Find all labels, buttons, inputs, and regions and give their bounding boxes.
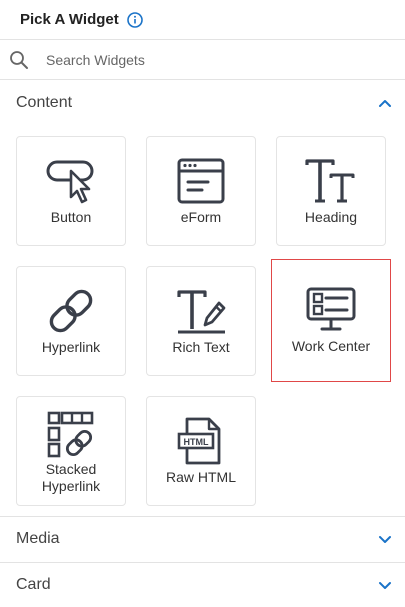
widget-label: Work Center <box>291 338 371 354</box>
widget-label: Raw HTML <box>165 469 236 485</box>
widget-stacked-hyperlink[interactable]: Stacked Hyperlink <box>16 396 126 506</box>
widget-label: Heading <box>304 209 358 225</box>
hyperlink-icon <box>45 287 97 335</box>
search-icon <box>9 50 29 70</box>
section-media-header[interactable]: Media <box>0 516 405 562</box>
panel-header: Pick A Widget <box>0 0 405 40</box>
work-center-icon <box>305 286 357 334</box>
chevron-up-icon[interactable] <box>377 95 393 111</box>
chevron-down-icon[interactable] <box>377 577 393 593</box>
section-card-header[interactable]: Card <box>0 562 405 607</box>
widget-hyperlink[interactable]: Hyperlink <box>16 266 126 376</box>
panel-title: Pick A Widget <box>20 11 119 28</box>
widget-heading[interactable]: Heading <box>276 136 386 246</box>
widget-button[interactable]: Button <box>16 136 126 246</box>
raw-html-icon: HTML <box>175 417 227 465</box>
rich-text-icon <box>175 287 227 335</box>
section-content-header[interactable]: Content <box>0 80 405 126</box>
chevron-down-icon[interactable] <box>377 531 393 547</box>
widget-label: Rich Text <box>172 339 230 355</box>
button-icon <box>45 157 97 205</box>
eform-icon <box>175 157 227 205</box>
widget-raw-html[interactable]: HTML Raw HTML <box>146 396 256 506</box>
widget-label: Hyperlink <box>41 339 101 355</box>
widget-label: eForm <box>180 209 222 225</box>
widget-label: Button <box>50 209 92 225</box>
section-media-label: Media <box>16 530 60 547</box>
info-icon[interactable] <box>126 11 143 28</box>
heading-icon <box>305 157 357 205</box>
search-bar <box>0 40 405 80</box>
section-content-label: Content <box>16 94 73 111</box>
widget-label: Stacked Hyperlink <box>41 461 101 494</box>
widget-work-center[interactable]: Work Center <box>271 259 391 382</box>
widget-rich-text[interactable]: Rich Text <box>146 266 256 376</box>
stacked-hyperlink-icon <box>45 411 97 459</box>
widget-eform[interactable]: eForm <box>146 136 256 246</box>
search-input[interactable] <box>46 48 386 72</box>
section-card-label: Card <box>16 576 51 593</box>
raw-html-icon-text: HTML <box>184 437 209 447</box>
